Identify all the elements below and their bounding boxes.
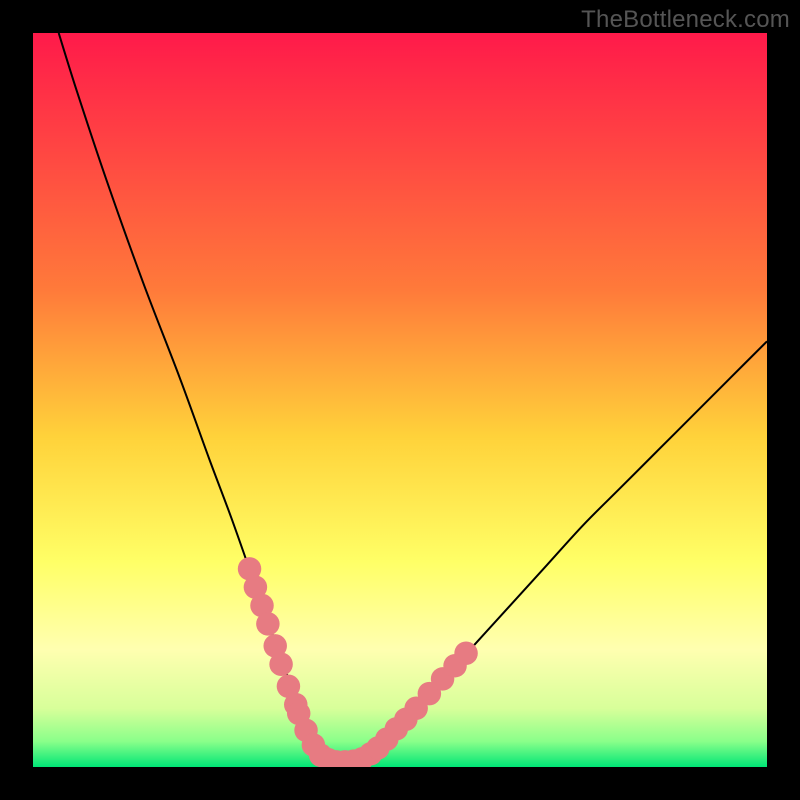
data-marker: [256, 612, 279, 635]
data-marker: [454, 641, 477, 664]
chart-frame: TheBottleneck.com: [0, 0, 800, 800]
data-marker: [269, 652, 292, 675]
plot-area: [33, 33, 767, 767]
watermark-text: TheBottleneck.com: [581, 6, 790, 34]
plot-background: [33, 33, 767, 767]
chart-svg: [33, 33, 767, 767]
